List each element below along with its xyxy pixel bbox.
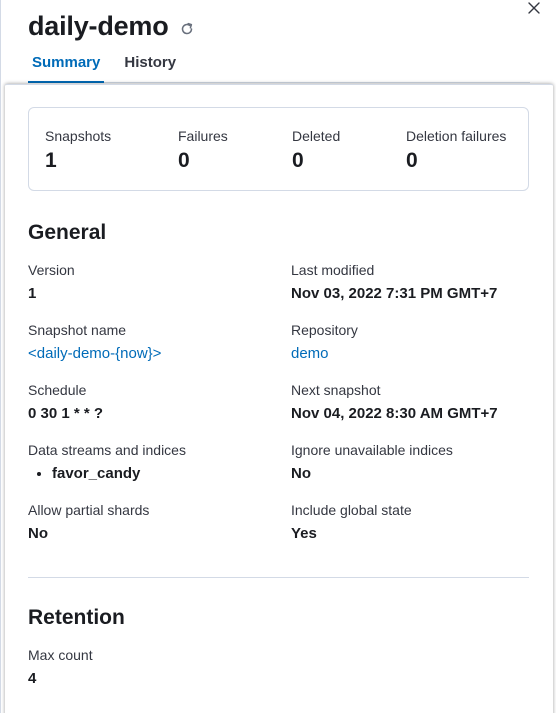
field-label: Max count	[28, 647, 93, 663]
field-label: Repository	[291, 322, 358, 338]
policy-details-flyout: daily-demo Summary History Snapshots 1 F…	[0, 0, 556, 713]
snapshot-name-link[interactable]: <daily-demo-{now}>	[28, 345, 161, 363]
field-label: Last modified	[291, 262, 375, 278]
field-repository: Repository demo	[291, 321, 358, 363]
stat-value: 0	[292, 149, 304, 172]
field-label: Next snapshot	[291, 382, 381, 398]
general-section-title: General	[28, 221, 107, 244]
tab-summary[interactable]: Summary	[28, 48, 105, 83]
field-value: No	[291, 465, 311, 482]
field-label: Snapshot name	[28, 322, 127, 338]
field-global-state: Include global state Yes	[291, 501, 412, 543]
summary-panel: Snapshots 1 Failures 0 Deleted 0 Deletio…	[5, 84, 553, 713]
repository-link[interactable]: demo	[291, 345, 358, 363]
stat-label: Failures	[178, 128, 228, 144]
reload-icon[interactable]	[179, 21, 195, 37]
field-label: Allow partial shards	[28, 502, 150, 518]
field-value: 1	[28, 285, 37, 302]
field-version: Version 1	[28, 261, 75, 303]
field-value: 4	[28, 670, 37, 687]
stats-panel: Snapshots 1 Failures 0 Deleted 0 Deletio…	[28, 107, 529, 191]
stat-value: 1	[45, 149, 57, 172]
stat-deleted: Deleted 0	[292, 127, 340, 173]
field-last-modified: Last modified Nov 03, 2022 7:31 PM GMT+7	[291, 261, 497, 303]
field-ignore-unavailable: Ignore unavailable indices No	[291, 441, 453, 483]
field-value: No	[28, 525, 48, 542]
field-value: 0 30 1 * * ?	[28, 405, 104, 422]
field-value: Nov 04, 2022 8:30 AM GMT+7	[291, 405, 498, 422]
page-title: daily-demo	[28, 10, 169, 41]
retention-section-title: Retention	[28, 606, 125, 629]
stat-label: Deleted	[292, 128, 341, 144]
stat-value: 0	[406, 149, 418, 172]
section-divider	[28, 577, 529, 578]
stat-value: 0	[178, 149, 190, 172]
indices-list: favor_candy	[28, 465, 186, 483]
field-data-streams: Data streams and indices favor_candy	[28, 441, 186, 483]
flyout-header: daily-demo	[28, 8, 536, 44]
stat-deletion-failures: Deletion failures 0	[406, 127, 506, 173]
tab-history[interactable]: History	[120, 48, 180, 82]
tab-bar: Summary History	[28, 48, 530, 83]
field-label: Include global state	[291, 502, 412, 518]
field-schedule: Schedule 0 30 1 * * ?	[28, 381, 103, 423]
field-next-snapshot: Next snapshot Nov 04, 2022 8:30 AM GMT+7	[291, 381, 498, 423]
field-partial-shards: Allow partial shards No	[28, 501, 149, 543]
field-value: Yes	[291, 525, 317, 542]
stat-label: Deletion failures	[406, 128, 507, 144]
stat-label: Snapshots	[45, 128, 112, 144]
field-snapshot-name: Snapshot name <daily-demo-{now}>	[28, 321, 161, 363]
stat-failures: Failures 0	[178, 127, 228, 173]
field-label: Ignore unavailable indices	[291, 442, 453, 458]
stat-snapshots: Snapshots 1	[45, 127, 111, 173]
field-label: Version	[28, 262, 75, 278]
field-label: Schedule	[28, 382, 87, 398]
field-max-count: Max count 4	[28, 646, 93, 688]
field-value: Nov 03, 2022 7:31 PM GMT+7	[291, 285, 498, 302]
field-label: Data streams and indices	[28, 442, 186, 458]
list-item: favor_candy	[52, 465, 186, 483]
